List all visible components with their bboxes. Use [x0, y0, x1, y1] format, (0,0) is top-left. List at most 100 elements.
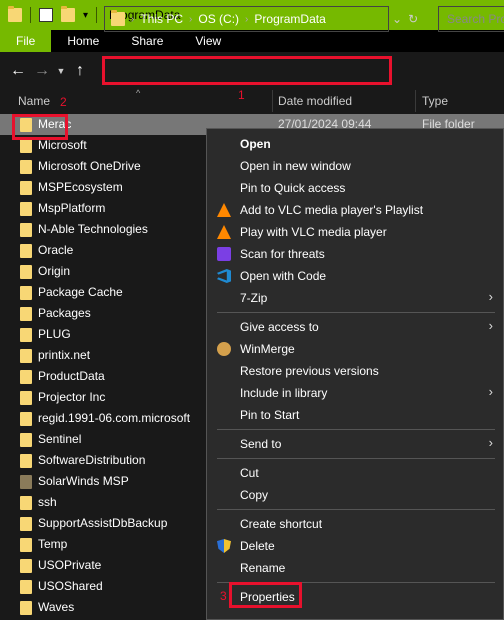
tab-share[interactable]: Share — [115, 30, 179, 52]
file-name: SolarWinds MSP — [38, 474, 129, 488]
folder-icon — [20, 286, 32, 300]
breadcrumb-this-pc[interactable]: This PC — [140, 12, 183, 26]
forward-arrow-icon[interactable]: → — [30, 62, 54, 80]
menu-item-pin-start[interactable]: Pin to Start — [207, 404, 504, 426]
menu-item-restore-versions[interactable]: Restore previous versions — [207, 360, 504, 382]
breadcrumb-os-c[interactable]: OS (C:) — [198, 12, 239, 26]
folder-icon — [20, 370, 32, 384]
menu-item-label: Pin to Quick access — [240, 181, 346, 195]
menu-item-label: Restore previous versions — [240, 364, 379, 378]
customize-toolbar-icon[interactable]: ▾ — [83, 10, 88, 21]
menu-item-label: Open with Code — [240, 269, 327, 283]
search-input[interactable]: Search Pro — [438, 6, 504, 32]
menu-item-include-library[interactable]: Include in library › — [207, 382, 504, 404]
up-arrow-icon[interactable]: ↑ — [68, 62, 92, 80]
menu-item-label: Give access to — [240, 320, 319, 334]
menu-item-pin-quick-access[interactable]: Pin to Quick access — [207, 177, 504, 199]
folder-icon — [8, 6, 22, 22]
address-bar[interactable]: › This PC › OS (C:) › ProgramData — [104, 6, 389, 32]
file-name: Sentinel — [38, 432, 82, 446]
folder-icon — [20, 454, 32, 468]
breadcrumb-programdata[interactable]: ProgramData — [254, 12, 325, 26]
menu-item-vlc-play[interactable]: Play with VLC media player — [207, 221, 504, 243]
chevron-right-icon: › — [488, 289, 493, 304]
menu-item-label: WinMerge — [240, 342, 295, 356]
file-name: N-Able Technologies — [38, 222, 148, 236]
menu-item-open-new-window[interactable]: Open in new window — [207, 155, 504, 177]
column-date-modified[interactable]: Date modified — [278, 94, 352, 108]
file-name: Waves — [38, 600, 75, 614]
menu-item-delete[interactable]: Delete — [207, 535, 504, 557]
menu-item-label: Open in new window — [240, 159, 351, 173]
file-name: MSPEcosystem — [38, 180, 123, 194]
menu-item-rename[interactable]: Rename — [207, 557, 504, 579]
antivirus-icon — [217, 247, 231, 261]
new-folder-quick-icon[interactable] — [61, 6, 75, 22]
menu-item-scan-threats[interactable]: Scan for threats — [207, 243, 504, 265]
menu-separator — [217, 312, 495, 313]
chevron-down-icon[interactable]: ⌄ — [392, 12, 402, 26]
menu-item-send-to[interactable]: Send to › — [207, 433, 504, 455]
column-headers: ^ Name Date modified Type — [0, 88, 504, 112]
file-name: ssh — [38, 495, 57, 509]
tab-home[interactable]: Home — [51, 30, 115, 52]
menu-item-winmerge[interactable]: WinMerge — [207, 338, 504, 360]
menu-item-vlc-playlist[interactable]: Add to VLC media player's Playlist — [207, 199, 504, 221]
file-name: PLUG — [38, 327, 71, 341]
file-name: ProductData — [38, 369, 105, 383]
back-arrow-icon[interactable]: ← — [6, 62, 30, 80]
menu-item-cut[interactable]: Cut — [207, 462, 504, 484]
file-name: Temp — [38, 537, 68, 551]
chevron-right-icon[interactable]: › — [131, 14, 134, 25]
column-divider[interactable] — [272, 90, 273, 112]
folder-icon — [20, 412, 32, 426]
tab-view[interactable]: View — [179, 30, 237, 52]
divider — [96, 7, 98, 23]
menu-item-label: Pin to Start — [240, 408, 300, 422]
menu-item-label: 7-Zip — [240, 291, 268, 305]
sort-ascending-icon: ^ — [136, 88, 141, 98]
vlc-icon — [217, 225, 231, 239]
chevron-right-icon[interactable]: › — [245, 14, 248, 25]
menu-item-label: Copy — [240, 488, 269, 502]
column-name[interactable]: Name — [18, 94, 50, 108]
menu-item-label: Delete — [240, 539, 275, 553]
folder-icon — [20, 223, 32, 237]
folder-icon — [111, 10, 125, 26]
annotation-number-2: 2 — [60, 95, 67, 109]
refresh-icon[interactable]: ↻ — [408, 12, 418, 26]
column-divider[interactable] — [415, 90, 416, 112]
properties-quick-icon[interactable] — [39, 8, 53, 22]
annotation-box-properties — [229, 582, 302, 608]
menu-item-create-shortcut[interactable]: Create shortcut — [207, 513, 504, 535]
folder-icon — [20, 580, 32, 594]
column-type[interactable]: Type — [422, 94, 448, 108]
file-name: Projector Inc — [38, 390, 106, 404]
folder-icon — [20, 559, 32, 573]
folder-icon — [20, 496, 32, 510]
menu-item-7zip[interactable]: 7-Zip › — [207, 287, 504, 309]
file-name: SupportAssistDbBackup — [38, 516, 168, 530]
divider — [30, 7, 31, 23]
annotation-number-1: 1 — [238, 88, 245, 102]
tab-file[interactable]: File — [0, 30, 52, 52]
vlc-icon — [217, 203, 231, 217]
menu-item-give-access[interactable]: Give access to › — [207, 316, 504, 338]
folder-icon — [20, 328, 32, 342]
folder-icon — [20, 349, 32, 363]
menu-item-open[interactable]: Open — [207, 133, 504, 155]
file-name: Packages — [38, 306, 91, 320]
annotation-number-3: 3 — [220, 589, 227, 603]
file-name: Package Cache — [38, 285, 123, 299]
folder-icon — [20, 139, 32, 153]
recent-locations-icon[interactable]: ▼ — [54, 66, 68, 76]
annotation-box-merac — [12, 114, 68, 140]
menu-separator — [217, 458, 495, 459]
file-name: USOPrivate — [38, 558, 102, 572]
file-name: regid.1991-06.com.microsoft — [38, 411, 191, 425]
chevron-right-icon[interactable]: › — [189, 14, 192, 25]
file-name: USOShared — [38, 579, 103, 593]
menu-item-open-with-code[interactable]: Open with Code — [207, 265, 504, 287]
folder-icon — [20, 244, 32, 258]
menu-item-copy[interactable]: Copy — [207, 484, 504, 506]
